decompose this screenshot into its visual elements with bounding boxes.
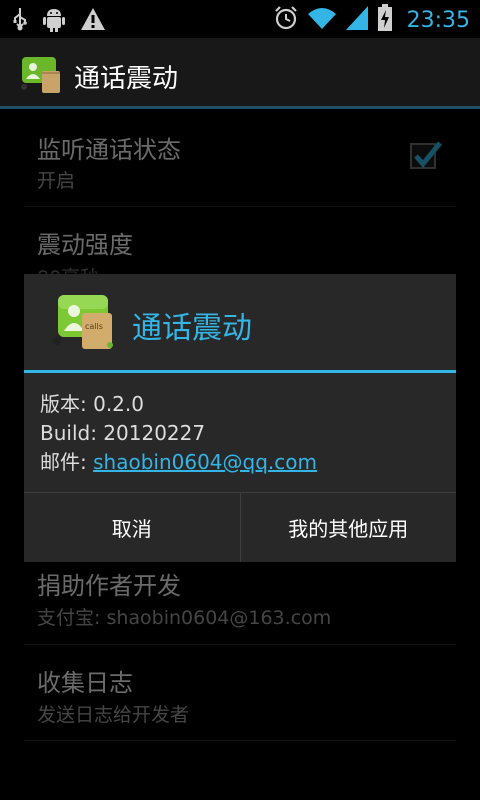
signal-icon xyxy=(345,5,369,35)
other-apps-button[interactable]: 我的其他应用 xyxy=(239,493,457,562)
clock: 23:35 xyxy=(406,7,470,33)
battery-charging-icon xyxy=(377,4,393,36)
dialog-title: 通话震动 xyxy=(132,311,252,346)
dialog-divider xyxy=(24,370,456,373)
pref-title: 震动强度 xyxy=(37,231,133,259)
about-dialog: calls 通话震动 版本: 0.2.0 Build: 20120227 邮件:… xyxy=(24,274,456,562)
usb-icon xyxy=(12,7,28,35)
dialog-body: 版本: 0.2.0 Build: 20120227 邮件: shaobin060… xyxy=(40,390,317,477)
email-label: 邮件: xyxy=(40,450,94,474)
wifi-icon xyxy=(307,6,337,34)
svg-text:calls: calls xyxy=(85,322,103,331)
dialog-buttons: 取消 我的其他应用 xyxy=(24,492,456,562)
listen-call-checkbox[interactable] xyxy=(410,141,442,169)
pref-summary: 开启 xyxy=(37,170,76,192)
page-title: 通话震动 xyxy=(74,64,179,94)
email-link[interactable]: shaobin0604@qq.com xyxy=(93,450,317,474)
action-bar-divider xyxy=(0,106,480,109)
build-text: Build: 20120227 xyxy=(40,421,206,445)
app-icon: calls xyxy=(50,293,120,353)
cancel-button[interactable]: 取消 xyxy=(24,493,240,562)
action-bar: 通话震动 xyxy=(0,38,480,108)
warning-icon xyxy=(80,7,106,35)
pref-title: 收集日志 xyxy=(37,669,133,697)
pref-summary: 发送日志给开发者 xyxy=(37,704,190,726)
pref-title: 监听通话状态 xyxy=(37,136,181,164)
alarm-icon xyxy=(273,5,299,35)
pref-listen-call-state[interactable]: 监听通话状态 开启 xyxy=(24,110,456,207)
android-debug-icon xyxy=(42,6,66,36)
pref-title: 捐助作者开发 xyxy=(37,572,181,600)
app-icon[interactable] xyxy=(20,55,66,95)
status-bar: 23:35 xyxy=(0,0,480,38)
pref-donate[interactable]: 捐助作者开发 支付宝: shaobin0604@163.com xyxy=(24,548,456,645)
pref-collect-logs[interactable]: 收集日志 发送日志给开发者 xyxy=(24,645,456,741)
pref-summary: 支付宝: shaobin0604@163.com xyxy=(37,607,332,629)
email-row: 邮件: shaobin0604@qq.com xyxy=(40,448,317,477)
dialog-header: calls 通话震动 xyxy=(24,274,456,370)
version-text: 版本: 0.2.0 xyxy=(40,392,144,416)
